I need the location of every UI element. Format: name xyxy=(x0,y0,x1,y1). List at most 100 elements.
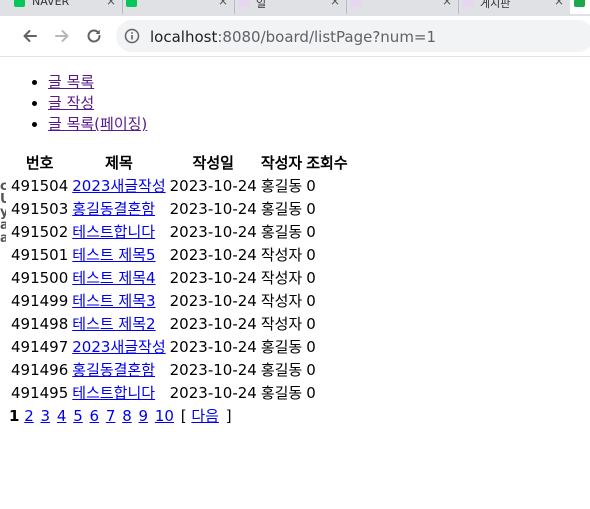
cell-title: 2023새글작성 xyxy=(71,336,166,357)
browser-tab[interactable]: 게시판 × xyxy=(458,0,571,14)
column-header: 작성자 xyxy=(260,154,303,172)
nav-menu: 글 목록글 작성글 목록(페이징) xyxy=(8,72,588,135)
browser-tab[interactable]: × xyxy=(122,0,235,14)
table-row: 491501 테스트 제목5 2023-10-24 작성자 0 xyxy=(10,244,349,265)
cell-views: 0 xyxy=(306,176,316,195)
forward-arrow-icon xyxy=(55,30,69,42)
post-title-link[interactable]: 2023새글작성 xyxy=(72,177,165,195)
post-title-link[interactable]: 테스트합니다 xyxy=(72,223,155,241)
next-close-bracket: ] xyxy=(225,407,232,425)
forward-button[interactable] xyxy=(50,24,74,48)
cell-views: 0 xyxy=(306,291,316,310)
url-host: localhost xyxy=(150,28,218,46)
post-title-link[interactable]: 2023새글작성 xyxy=(72,338,165,356)
menu-item: 글 목록(페이징) xyxy=(48,114,588,135)
column-header: 번호 xyxy=(25,154,54,172)
cell-views: 0 xyxy=(306,383,316,402)
tab-favicon-icon xyxy=(350,0,361,7)
cell-title: 테스트 제목5 xyxy=(71,244,166,265)
page-link[interactable]: 7 xyxy=(106,407,116,425)
post-title-link[interactable]: 테스트 제목4 xyxy=(72,269,155,287)
cell-title: 2023새글작성 xyxy=(71,175,166,196)
cell-writer: 홍길동 xyxy=(260,223,303,241)
cell-views: 0 xyxy=(306,268,316,287)
cell-writer: 작성자 xyxy=(260,269,303,287)
cell-title: 홍길동결혼함 xyxy=(71,359,166,380)
cell-title: 테스트 제목4 xyxy=(71,267,166,288)
cell-title: 테스트 제목2 xyxy=(71,313,166,334)
column-header: 조회수 xyxy=(306,154,348,172)
cell-number: 491502 xyxy=(11,222,69,241)
site-info-icon[interactable] xyxy=(124,28,140,48)
page-link[interactable]: 4 xyxy=(57,407,67,425)
page-link[interactable]: 8 xyxy=(122,407,132,425)
page-link[interactable]: 3 xyxy=(41,407,51,425)
page-link[interactable]: 9 xyxy=(139,407,149,425)
menu-item: 글 목록 xyxy=(48,72,588,93)
cell-title: 테스트합니다 xyxy=(71,221,166,242)
cell-number: 491497 xyxy=(11,337,69,356)
tab-favicon-icon xyxy=(574,0,585,7)
page-link[interactable]: 6 xyxy=(90,407,100,425)
cell-views: 0 xyxy=(306,222,316,241)
tab-title: 일 xyxy=(256,0,267,10)
table-row: 491498 테스트 제목2 2023-10-24 작성자 0 xyxy=(10,313,349,334)
cell-writer: 홍길동 xyxy=(260,338,303,356)
cell-number: 491500 xyxy=(11,268,69,287)
next-open-bracket: [ xyxy=(180,407,187,425)
browser-tab[interactable]: NAVER × xyxy=(10,0,123,14)
cell-title: 테스트 제목3 xyxy=(71,290,166,311)
menu-link[interactable]: 글 목록 xyxy=(48,73,94,91)
cell-date: 2023-10-24 xyxy=(169,268,257,287)
browser-toolbar: localhost:8080/board/listPage?num=1 xyxy=(0,16,590,57)
url-path: :8080/board/listPage?num=1 xyxy=(217,28,437,46)
table-row: 491496 홍길동결혼함 2023-10-24 홍길동 0 xyxy=(10,359,349,380)
back-button[interactable] xyxy=(18,24,42,48)
reload-button[interactable] xyxy=(82,24,106,48)
post-title-link[interactable]: 테스트 제목2 xyxy=(72,315,155,333)
cell-number: 491503 xyxy=(11,199,69,218)
cell-number: 491501 xyxy=(11,245,69,264)
cell-date: 2023-10-24 xyxy=(169,360,257,379)
cell-date: 2023-10-24 xyxy=(169,383,257,402)
table-row: 491503 홍길동결혼함 2023-10-24 홍길동 0 xyxy=(10,198,349,219)
tab-favicon-icon xyxy=(238,0,249,7)
cell-date: 2023-10-24 xyxy=(169,314,257,333)
post-title-link[interactable]: 테스트 제목3 xyxy=(72,292,155,310)
address-bar[interactable]: localhost:8080/board/listPage?num=1 xyxy=(116,20,590,52)
cell-date: 2023-10-24 xyxy=(169,291,257,310)
tab-favicon-icon xyxy=(462,0,473,7)
table-row: 491495 테스트합니다 2023-10-24 홍길동 0 xyxy=(10,382,349,403)
tab-close-icon[interactable]: × xyxy=(442,0,452,8)
post-title-link[interactable]: 테스트 제목5 xyxy=(72,246,155,264)
next-page-link[interactable]: 다음 xyxy=(191,407,219,425)
post-title-link[interactable]: 홍길동결혼함 xyxy=(72,200,155,218)
cell-date: 2023-10-24 xyxy=(169,176,257,195)
browser-tab[interactable]: 일 × xyxy=(234,0,347,14)
page-link[interactable]: 5 xyxy=(73,407,83,425)
page-link[interactable]: 10 xyxy=(155,407,174,425)
cell-number: 491499 xyxy=(11,291,69,310)
browser-tab[interactable]: × xyxy=(570,0,590,14)
cell-date: 2023-10-24 xyxy=(169,245,257,264)
table-header-row: 번호 제목 작성일 작성자 조회수 xyxy=(10,152,349,173)
tab-close-icon[interactable]: × xyxy=(218,0,228,8)
table-row: 491499 테스트 제목3 2023-10-24 작성자 0 xyxy=(10,290,349,311)
menu-link[interactable]: 글 작성 xyxy=(48,94,94,112)
tab-favicon-icon xyxy=(14,0,25,7)
tab-close-icon[interactable]: × xyxy=(106,0,116,8)
cell-number: 491498 xyxy=(11,314,69,333)
cell-writer: 홍길동 xyxy=(260,177,303,195)
post-title-link[interactable]: 테스트합니다 xyxy=(72,384,155,402)
page-link[interactable]: 2 xyxy=(24,407,34,425)
post-title-link[interactable]: 홍길동결혼함 xyxy=(72,361,155,379)
column-header: 제목 xyxy=(105,154,133,172)
menu-link[interactable]: 글 목록(페이징) xyxy=(48,115,147,133)
reload-icon xyxy=(87,29,101,43)
table-row: 491502 테스트합니다 2023-10-24 홍길동 0 xyxy=(10,221,349,242)
tab-close-icon[interactable]: × xyxy=(330,0,340,8)
tab-close-icon[interactable]: × xyxy=(554,0,564,8)
cell-views: 0 xyxy=(306,314,316,333)
cell-number: 491504 xyxy=(11,176,69,195)
browser-tab[interactable]: × xyxy=(346,0,459,14)
